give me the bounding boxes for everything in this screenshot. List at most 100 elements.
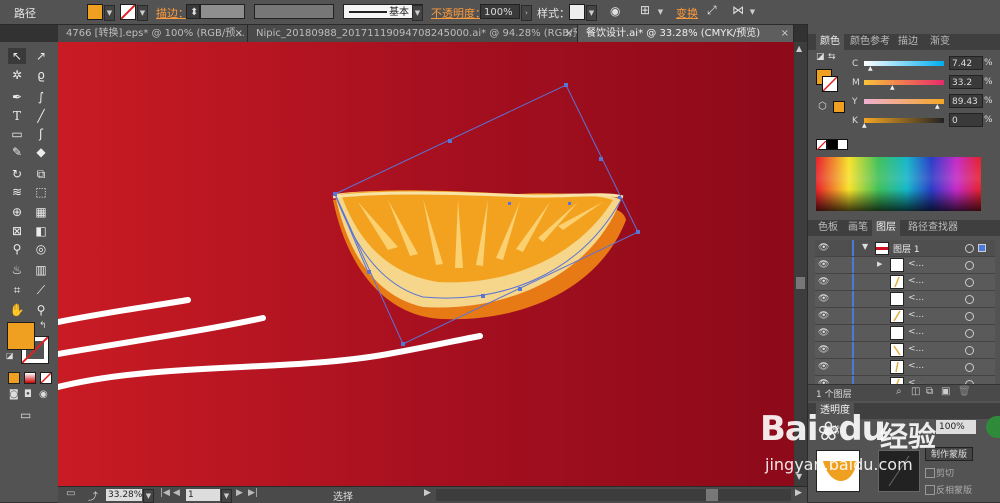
- tab-pathfinder[interactable]: 路径查找器: [904, 220, 962, 236]
- graphic-style-swatch[interactable]: [569, 4, 585, 20]
- layer-row-main[interactable]: 👁 ▼ 图层 1: [815, 240, 995, 257]
- none-mode-button[interactable]: [40, 372, 52, 384]
- eye-icon[interactable]: 👁: [818, 327, 830, 339]
- swap-fill-stroke-icon[interactable]: ↰: [39, 321, 47, 331]
- rectangle-tool-icon[interactable]: ▭: [8, 126, 26, 142]
- status-menu-icon[interactable]: ▶: [424, 488, 431, 498]
- isolate-group-icon[interactable]: ⤢: [707, 3, 717, 18]
- export-icon[interactable]: ⤴: [88, 488, 98, 503]
- sublayer-name[interactable]: <...: [908, 361, 924, 371]
- mesh-tool-icon[interactable]: ⊠: [8, 223, 26, 239]
- sublayer-name[interactable]: <...: [908, 310, 924, 320]
- target-circle-icon[interactable]: [965, 278, 974, 287]
- eye-icon[interactable]: 👁: [818, 242, 830, 254]
- out-of-gamut-icon[interactable]: ⬡: [818, 101, 827, 112]
- channel-y-slider[interactable]: [864, 99, 944, 104]
- eye-icon[interactable]: 👁: [818, 310, 830, 322]
- fill-swatch[interactable]: [87, 4, 103, 20]
- eye-icon[interactable]: 👁: [818, 259, 830, 271]
- sublayer-row[interactable]: 👁 ▶ <...: [815, 257, 995, 274]
- scroll-thumb[interactable]: [796, 277, 805, 289]
- sublayer-row[interactable]: 👁 <...: [815, 291, 995, 308]
- pen-tool-icon[interactable]: ✒: [8, 89, 26, 105]
- zoom-dropdown[interactable]: ▼: [143, 489, 154, 503]
- direct-selection-tool-icon[interactable]: ↗: [32, 48, 50, 64]
- channel-c-slider[interactable]: [864, 61, 944, 66]
- variable-width-field[interactable]: [254, 4, 334, 19]
- pencil-tool-icon[interactable]: ✎: [8, 144, 26, 160]
- target-circle-icon[interactable]: [965, 329, 974, 338]
- align-icon[interactable]: ⊞: [640, 3, 650, 17]
- warp-tool-icon[interactable]: ≋: [8, 184, 26, 200]
- stroke-dropdown[interactable]: ▼: [137, 5, 148, 21]
- tab-color-guide[interactable]: 颜色参考: [846, 34, 894, 50]
- target-circle-icon[interactable]: [965, 261, 974, 270]
- channel-c-thumb[interactable]: ▲: [868, 65, 873, 72]
- channel-y-value[interactable]: 89.43: [949, 94, 983, 108]
- artboard-dropdown[interactable]: ▼: [221, 489, 232, 503]
- sublayer-row[interactable]: 👁 <...: [815, 274, 995, 291]
- new-layer-icon[interactable]: ▣: [941, 386, 950, 397]
- line-tool-icon[interactable]: ╱: [32, 108, 50, 124]
- curvature-tool-icon[interactable]: ∫: [32, 89, 50, 105]
- channel-y-thumb[interactable]: ▲: [935, 103, 940, 110]
- target-circle-icon[interactable]: [965, 312, 974, 321]
- sublayer-row[interactable]: 👁 <...: [815, 359, 995, 376]
- fill-color-front[interactable]: [7, 322, 35, 350]
- stroke-swatch[interactable]: [120, 4, 136, 20]
- tab-layers[interactable]: 图层: [872, 220, 900, 236]
- brush-style-dropdown[interactable]: ▼: [412, 5, 423, 21]
- expand-down-icon[interactable]: ▼: [862, 242, 868, 251]
- eye-icon[interactable]: 👁: [818, 361, 830, 373]
- target-circle-icon[interactable]: [965, 295, 974, 304]
- swap-icon[interactable]: ⇆: [828, 52, 836, 62]
- tab-gradient[interactable]: 渐变: [926, 34, 954, 50]
- perspective-grid-icon[interactable]: ▦: [32, 204, 50, 220]
- distribute-dropdown[interactable]: ▼: [748, 5, 757, 19]
- type-tool-icon[interactable]: T: [8, 108, 26, 124]
- symbol-sprayer-icon[interactable]: ♨: [8, 262, 26, 278]
- draw-behind-icon[interactable]: ◘: [24, 389, 32, 400]
- free-transform-icon[interactable]: ⬚: [32, 184, 50, 200]
- brush-tool-icon[interactable]: ʃ: [32, 126, 50, 142]
- gradient-tool-icon[interactable]: ◧: [32, 223, 50, 239]
- trash-icon[interactable]: 🗑: [958, 386, 971, 397]
- new-sublayer-icon[interactable]: ⧉: [926, 386, 933, 397]
- opacity-dropdown[interactable]: ›: [521, 5, 532, 21]
- color-spectrum[interactable]: [816, 157, 981, 211]
- locate-object-icon[interactable]: ⌕: [896, 386, 902, 397]
- doc-tab-3[interactable]: 餐饮设计.ai* @ 33.28% (CMYK/预览) ×: [578, 25, 794, 42]
- channel-m-thumb[interactable]: ▲: [890, 84, 895, 91]
- recolor-artwork-icon[interactable]: ◉: [610, 4, 620, 18]
- channel-m-value[interactable]: 33.2: [949, 75, 983, 89]
- transform-link[interactable]: 变换: [676, 5, 698, 21]
- default-colors-icon[interactable]: ◪: [6, 351, 14, 360]
- none-swatch[interactable]: [816, 139, 827, 151]
- draw-normal-icon[interactable]: ◙: [9, 389, 19, 400]
- gradient-mode-button[interactable]: [24, 372, 36, 384]
- eye-icon[interactable]: 👁: [818, 293, 830, 305]
- layer-name[interactable]: 图层 1: [893, 242, 920, 255]
- panel-stroke-swatch[interactable]: [822, 76, 838, 92]
- channel-k-value[interactable]: 0: [949, 113, 983, 127]
- sublayer-name[interactable]: <...: [908, 344, 924, 354]
- orange-slice[interactable]: [332, 190, 626, 320]
- target-circle-icon[interactable]: [965, 244, 974, 253]
- motion-line-1[interactable]: [58, 297, 191, 325]
- sublayer-row[interactable]: 👁 <...: [815, 342, 995, 359]
- column-graph-icon[interactable]: ▥: [32, 262, 50, 278]
- first-artboard-icon[interactable]: |◀: [160, 488, 170, 498]
- doc-tab-1[interactable]: 4766 [转换].eps* @ 100% (RGB/预... ×: [58, 25, 248, 42]
- blend-tool-icon[interactable]: ◎: [32, 241, 50, 257]
- artboard-canvas[interactable]: [58, 42, 794, 486]
- selected-art-indicator[interactable]: [978, 244, 986, 252]
- hand-tool-icon[interactable]: ✋: [8, 302, 26, 318]
- eye-icon[interactable]: 👁: [818, 344, 830, 356]
- channel-c-value[interactable]: 7.42: [949, 56, 983, 70]
- channel-m-slider[interactable]: [864, 80, 944, 85]
- scale-tool-icon[interactable]: ⧉: [32, 166, 50, 182]
- last-artboard-icon[interactable]: ▶|: [248, 488, 258, 498]
- sublayer-row[interactable]: 👁 <...: [815, 325, 995, 342]
- gamut-swatch[interactable]: [833, 101, 845, 113]
- artboard-nav-icon[interactable]: ▭: [66, 488, 75, 499]
